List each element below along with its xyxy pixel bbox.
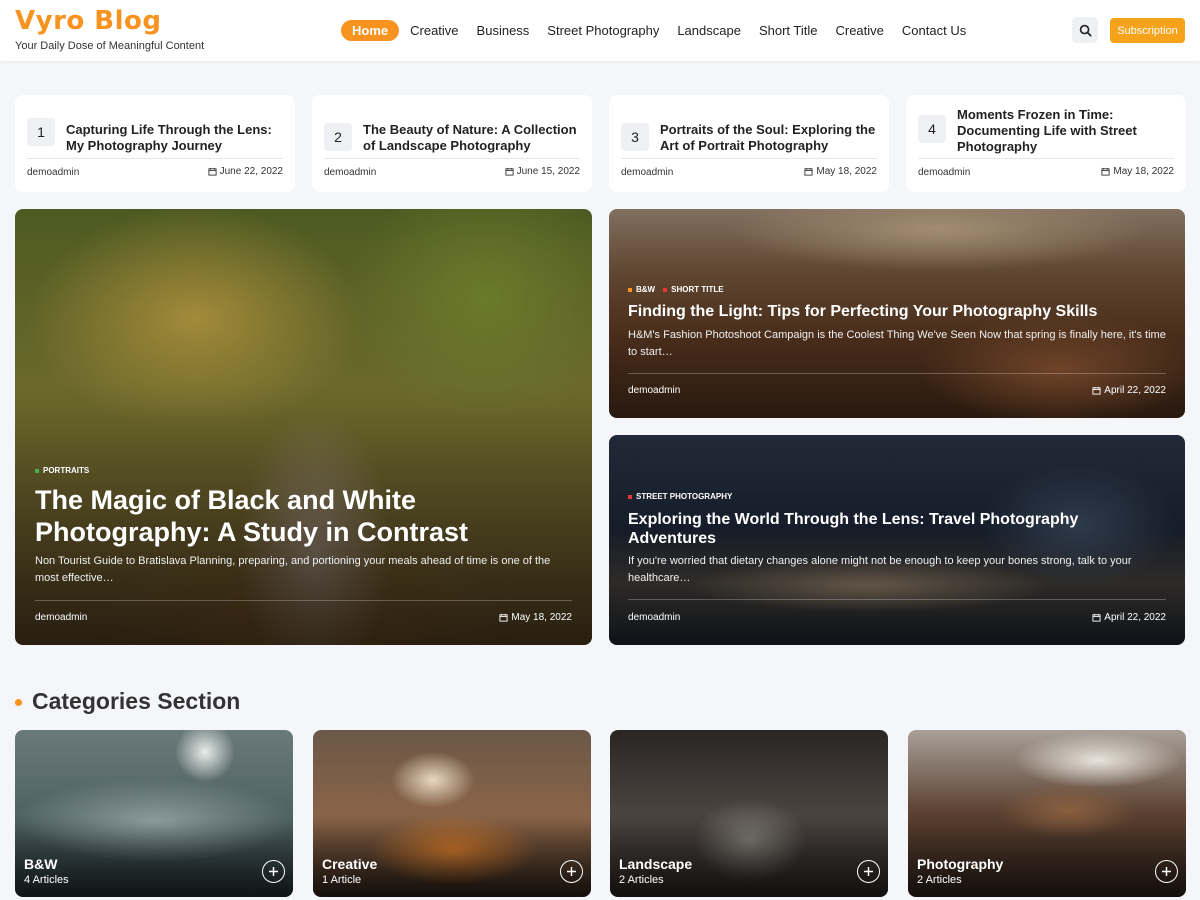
- feature-title[interactable]: Exploring the World Through the Lens: Tr…: [628, 510, 1148, 548]
- calendar-icon: [1092, 386, 1101, 395]
- post-title[interactable]: Portraits of the Soul: Exploring the Art…: [660, 122, 877, 154]
- category-name[interactable]: Landscape: [619, 856, 692, 872]
- feature-author[interactable]: demoadmin: [35, 612, 87, 623]
- side-feature-card[interactable]: STREET PHOTOGRAPHY Exploring the World T…: [609, 435, 1185, 645]
- feature-date: April 22, 2022: [1092, 385, 1166, 396]
- calendar-icon: [499, 613, 508, 622]
- main-feature-card[interactable]: PORTRAITS The Magic of Black and White P…: [15, 209, 592, 645]
- feature-excerpt: Non Tourist Guide to Bratislava Planning…: [35, 555, 551, 584]
- feature-excerpt: H&M's Fashion Photoshoot Campaign is the…: [628, 329, 1166, 358]
- post-number: 3: [621, 123, 649, 151]
- nav-item-home[interactable]: Home: [341, 20, 400, 41]
- plus-icon[interactable]: [262, 860, 285, 883]
- plus-icon[interactable]: [560, 860, 583, 883]
- category-card-landscape[interactable]: Landscape 2 Articles: [610, 730, 888, 897]
- tag-list: PORTRAITS: [35, 466, 89, 475]
- post-author[interactable]: demoadmin: [324, 167, 376, 178]
- feature-title[interactable]: The Magic of Black and White Photography…: [35, 484, 505, 548]
- post-date-text: June 22, 2022: [219, 166, 283, 177]
- plus-icon[interactable]: [857, 860, 880, 883]
- tag-bw[interactable]: B&W: [628, 285, 655, 294]
- site-header: Vyro Blog Your Daily Dose of Meaningful …: [0, 0, 1200, 61]
- post-title[interactable]: Capturing Life Through the Lens: My Phot…: [66, 122, 283, 154]
- nav-item-short-title[interactable]: Short Title: [759, 20, 818, 41]
- tag-list: STREET PHOTOGRAPHY: [628, 492, 732, 501]
- feature-title[interactable]: Finding the Light: Tips for Perfecting Y…: [628, 302, 1168, 322]
- side-feature-card[interactable]: B&W SHORT TITLE Finding the Light: Tips …: [609, 209, 1185, 418]
- feature-date: April 22, 2022: [1092, 612, 1166, 623]
- numbered-post-card[interactable]: 3 Portraits of the Soul: Exploring the A…: [609, 95, 889, 192]
- feature-excerpt: If you're worried that dietary changes a…: [628, 555, 1132, 584]
- search-button[interactable]: [1072, 17, 1098, 43]
- calendar-icon: [505, 167, 514, 176]
- nav-item-creative[interactable]: Creative: [410, 20, 458, 41]
- post-date: June 15, 2022: [505, 166, 580, 177]
- feature-date-text: April 22, 2022: [1104, 612, 1166, 623]
- category-card-bw[interactable]: B&W 4 Articles: [15, 730, 293, 897]
- post-author[interactable]: demoadmin: [621, 167, 673, 178]
- post-number: 1: [27, 118, 55, 146]
- nav-item-business[interactable]: Business: [477, 20, 530, 41]
- category-name[interactable]: Creative: [322, 856, 377, 872]
- post-number: 4: [918, 115, 946, 143]
- divider: [628, 599, 1166, 600]
- divider: [27, 158, 283, 159]
- divider: [621, 158, 877, 159]
- calendar-icon: [208, 167, 217, 176]
- tag-street-photography[interactable]: STREET PHOTOGRAPHY: [628, 492, 732, 501]
- calendar-icon: [1092, 613, 1101, 622]
- section-bullet: [15, 699, 22, 706]
- nav-item-creative-2[interactable]: Creative: [835, 20, 883, 41]
- nav-item-landscape[interactable]: Landscape: [677, 20, 741, 41]
- category-count: 2 Articles: [917, 874, 962, 886]
- numbered-post-card[interactable]: 4 Moments Frozen in Time: Documenting Li…: [906, 95, 1186, 192]
- numbered-post-card[interactable]: 1 Capturing Life Through the Lens: My Ph…: [15, 95, 295, 192]
- divider: [918, 158, 1174, 159]
- divider: [628, 373, 1166, 374]
- site-tagline: Your Daily Dose of Meaningful Content: [15, 40, 205, 52]
- category-count: 4 Articles: [24, 874, 69, 886]
- category-card-creative[interactable]: Creative 1 Article: [313, 730, 591, 897]
- plus-icon[interactable]: [1155, 860, 1178, 883]
- site-logo[interactable]: Vyro Blog: [15, 6, 162, 36]
- feature-date-text: May 18, 2022: [511, 612, 572, 623]
- category-name[interactable]: Photography: [917, 856, 1003, 872]
- nav-item-contact-us[interactable]: Contact Us: [902, 20, 966, 41]
- category-card-photography[interactable]: Photography 2 Articles: [908, 730, 1186, 897]
- post-date-text: June 15, 2022: [516, 166, 580, 177]
- feature-date: May 18, 2022: [499, 612, 572, 623]
- post-title[interactable]: The Beauty of Nature: A Collection of La…: [363, 122, 580, 154]
- subscription-button[interactable]: Subscription: [1110, 18, 1185, 43]
- category-count: 2 Articles: [619, 874, 664, 886]
- post-date: May 18, 2022: [804, 166, 877, 177]
- feature-author[interactable]: demoadmin: [628, 385, 680, 396]
- tag-short-title[interactable]: SHORT TITLE: [663, 285, 724, 294]
- feature-author[interactable]: demoadmin: [628, 612, 680, 623]
- divider: [324, 158, 580, 159]
- post-number: 2: [324, 123, 352, 151]
- search-icon: [1079, 24, 1091, 36]
- category-name[interactable]: B&W: [24, 856, 57, 872]
- calendar-icon: [804, 167, 813, 176]
- divider: [35, 600, 572, 601]
- main-nav: Home Creative Business Street Photograph…: [341, 20, 984, 41]
- calendar-icon: [1101, 167, 1110, 176]
- nav-item-street-photography[interactable]: Street Photography: [547, 20, 659, 41]
- tag-list: B&W SHORT TITLE: [628, 285, 724, 294]
- numbered-post-card[interactable]: 2 The Beauty of Nature: A Collection of …: [312, 95, 592, 192]
- post-title[interactable]: Moments Frozen in Time: Documenting Life…: [957, 107, 1174, 155]
- category-count: 1 Article: [322, 874, 362, 886]
- feature-date-text: April 22, 2022: [1104, 385, 1166, 396]
- tag-portraits[interactable]: PORTRAITS: [35, 466, 89, 475]
- post-author[interactable]: demoadmin: [918, 167, 970, 178]
- post-date: May 18, 2022: [1101, 166, 1174, 177]
- post-date-text: May 18, 2022: [816, 166, 877, 177]
- post-date-text: May 18, 2022: [1113, 166, 1174, 177]
- post-author[interactable]: demoadmin: [27, 167, 79, 178]
- post-date: June 22, 2022: [208, 166, 283, 177]
- categories-heading: Categories Section: [32, 688, 241, 714]
